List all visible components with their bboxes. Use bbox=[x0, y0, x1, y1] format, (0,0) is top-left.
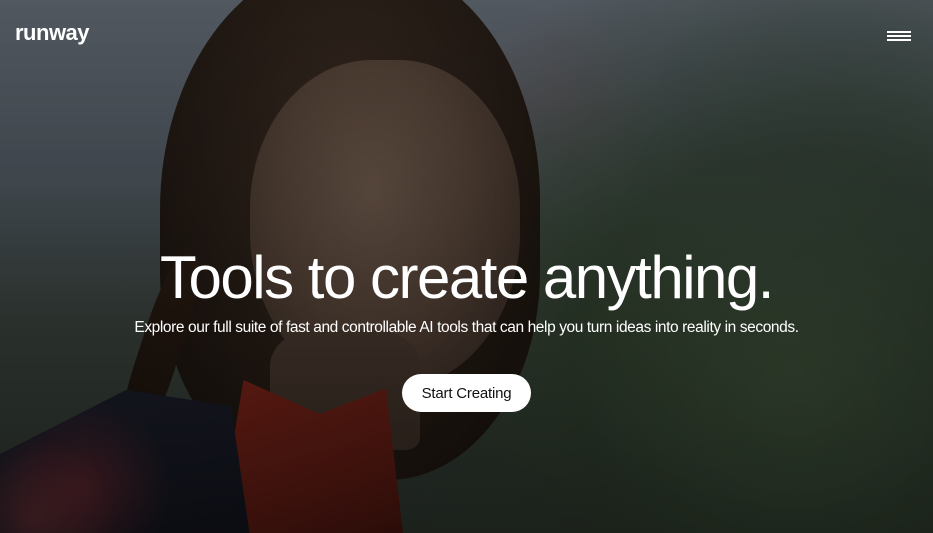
menu-line bbox=[887, 35, 911, 37]
menu-line bbox=[887, 31, 911, 33]
hamburger-menu-icon[interactable] bbox=[887, 28, 913, 44]
menu-line bbox=[887, 39, 911, 41]
hero-subheadline: Explore our full suite of fast and contr… bbox=[134, 319, 799, 336]
hero-headline: Tools to create anything. bbox=[160, 244, 774, 311]
runway-logo[interactable]: runway bbox=[15, 20, 90, 46]
hero-section: runway Tools to create anything. Explore… bbox=[0, 0, 933, 533]
start-creating-button[interactable]: Start Creating bbox=[402, 374, 531, 412]
